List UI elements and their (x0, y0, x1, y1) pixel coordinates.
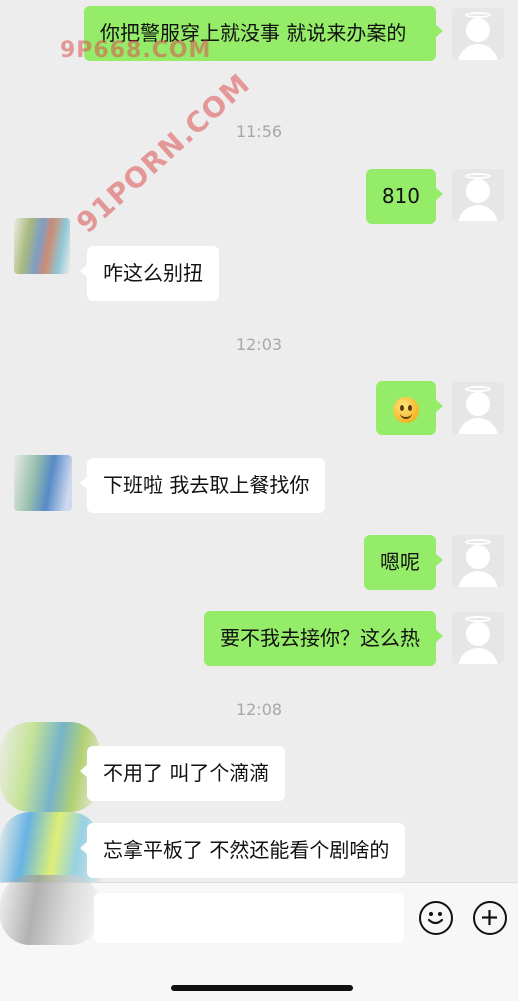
watermark-text: 91PORN.COM (70, 67, 257, 240)
my-avatar[interactable] (452, 169, 504, 221)
home-indicator[interactable] (171, 985, 353, 991)
message-bubble-sent[interactable]: 嗯呢 (364, 535, 443, 590)
plus-icon[interactable] (473, 901, 507, 935)
contact-avatar[interactable] (14, 455, 72, 511)
chat-area: 你把警服穿上就没事 就说来办案的 11:56 810 咋这么别扭 12:03 下… (0, 0, 518, 932)
message-text: 要不我去接你？这么热 (220, 626, 420, 650)
input-bar (0, 875, 518, 1001)
my-avatar[interactable] (452, 382, 504, 434)
message-bubble-received[interactable]: 忘拿平板了 不然还能看个剧啥的 (79, 823, 406, 878)
message-text: 下班啦 我去取上餐找你 (103, 473, 310, 497)
contact-avatar (0, 875, 100, 945)
message-bubble-received[interactable]: 不用了 叫了个滴滴 (79, 746, 286, 801)
timestamp: 11:56 (235, 122, 283, 141)
message-text: 咋这么别扭 (103, 261, 203, 285)
watermark-text: 9P668.COM (60, 38, 212, 63)
my-avatar[interactable] (452, 535, 504, 587)
contact-avatar[interactable] (14, 218, 70, 274)
timestamp: 12:08 (235, 700, 283, 719)
message-bubble-received[interactable]: 咋这么别扭 (80, 246, 219, 301)
message-text: 嗯呢 (380, 550, 420, 574)
message-bubble-received[interactable]: 下班啦 我去取上餐找你 (79, 458, 326, 513)
timestamp: 12:03 (235, 335, 283, 354)
message-text: 810 (381, 184, 420, 208)
message-input[interactable] (94, 893, 404, 943)
message-bubble-sent[interactable]: 要不我去接你？这么热 (204, 611, 443, 666)
message-text: 不用了 叫了个滴滴 (103, 761, 270, 785)
smile-emoji-icon (393, 396, 419, 423)
my-avatar[interactable] (452, 8, 504, 60)
emoji-icon[interactable] (419, 901, 453, 935)
message-bubble-sent[interactable]: 810 (365, 169, 444, 224)
message-text: 忘拿平板了 不然还能看个剧啥的 (103, 838, 390, 862)
my-avatar[interactable] (452, 612, 504, 664)
message-bubble-sent[interactable] (376, 381, 443, 435)
